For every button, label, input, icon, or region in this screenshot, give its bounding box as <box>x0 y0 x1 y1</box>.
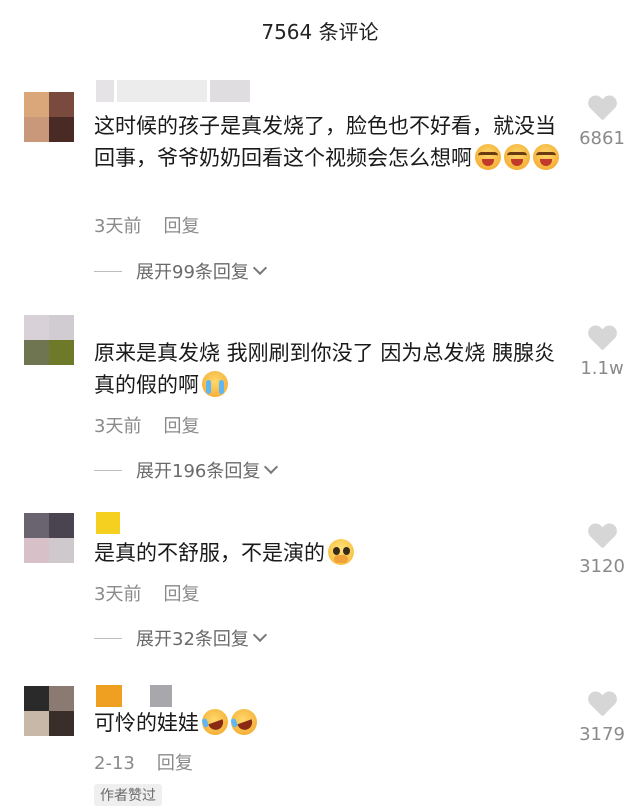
comment-meta: 3天前 回复 <box>94 412 199 438</box>
expand-replies-label: 展开99条回复 <box>136 262 249 283</box>
comment-meta: 3天前 回复 <box>94 580 199 606</box>
heart-icon[interactable] <box>588 96 616 122</box>
expand-replies-button[interactable]: 展开99条回复 <box>94 258 267 284</box>
chevron-down-icon <box>252 260 267 276</box>
like-count: 6861 <box>579 128 625 149</box>
comment-time: 3天前 <box>94 216 142 237</box>
like-button[interactable]: 3120 <box>574 524 630 577</box>
chevron-down-icon <box>264 459 279 475</box>
divider-line <box>94 637 122 639</box>
comment-count-title: 7564 条评论 <box>261 20 379 44</box>
like-button[interactable]: 3179 <box>574 692 630 745</box>
expand-replies-label: 展开32条回复 <box>136 629 249 650</box>
heart-icon[interactable] <box>588 326 616 352</box>
comment-body: 可怜的娃娃 <box>94 711 199 735</box>
reply-button[interactable]: 回复 <box>163 416 199 437</box>
expand-replies-button[interactable]: 展开196条回复 <box>94 457 279 483</box>
comment-meta: 2-13 回复 <box>94 749 193 775</box>
crying-face-icon <box>504 144 530 170</box>
laughing-tears-face-icon <box>227 705 261 739</box>
comments-header: 7564 条评论 <box>0 0 640 60</box>
avatar[interactable] <box>24 315 74 365</box>
avatar[interactable] <box>24 513 74 563</box>
username-blurred[interactable] <box>96 80 250 102</box>
avatar[interactable] <box>24 92 74 142</box>
like-button[interactable]: 6861 <box>574 96 630 149</box>
reply-button[interactable]: 回复 <box>157 753 193 774</box>
author-liked-badge: 作者赞过 <box>94 784 162 806</box>
reply-button[interactable]: 回复 <box>163 216 199 237</box>
heart-icon[interactable] <box>588 524 616 550</box>
comment-time: 3天前 <box>94 584 142 605</box>
comment-text: 是真的不舒服，不是演的 <box>94 537 572 569</box>
like-count: 1.1w <box>580 358 624 379</box>
divider-line <box>94 270 122 272</box>
comment-body: 原来是真发烧 我刚刷到你没了 因为总发烧 胰腺炎 真的假的啊 <box>94 341 556 397</box>
divider-line <box>94 469 122 471</box>
comment-time: 3天前 <box>94 416 142 437</box>
laughing-tears-face-icon <box>198 705 232 739</box>
reply-button[interactable]: 回复 <box>163 584 199 605</box>
comment-body: 是真的不舒服，不是演的 <box>94 541 325 565</box>
comment-time: 2-13 <box>94 753 135 774</box>
sobbing-face-icon <box>202 371 228 397</box>
comment-text: 原来是真发烧 我刚刷到你没了 因为总发烧 胰腺炎 真的假的啊 <box>94 337 572 401</box>
like-count: 3120 <box>579 556 625 577</box>
username-blurred[interactable] <box>96 512 120 534</box>
heart-icon[interactable] <box>588 692 616 718</box>
comment-meta: 3天前 回复 <box>94 212 199 238</box>
comment-text: 这时候的孩子是真发烧了，脸色也不好看，就没当回事，爷爷奶奶回看这个视频会怎么想啊 <box>94 110 572 174</box>
comment-text: 可怜的娃娃 <box>94 705 572 739</box>
expand-replies-button[interactable]: 展开32条回复 <box>94 625 267 651</box>
crying-face-icon <box>475 144 501 170</box>
avatar[interactable] <box>24 686 74 736</box>
chevron-down-icon <box>252 627 267 643</box>
username-blurred[interactable] <box>96 685 172 707</box>
like-button[interactable]: 1.1w <box>574 326 630 379</box>
crying-face-icon <box>533 144 559 170</box>
like-count: 3179 <box>579 724 625 745</box>
expand-replies-label: 展开196条回复 <box>136 461 261 482</box>
pleading-face-icon <box>328 539 354 565</box>
